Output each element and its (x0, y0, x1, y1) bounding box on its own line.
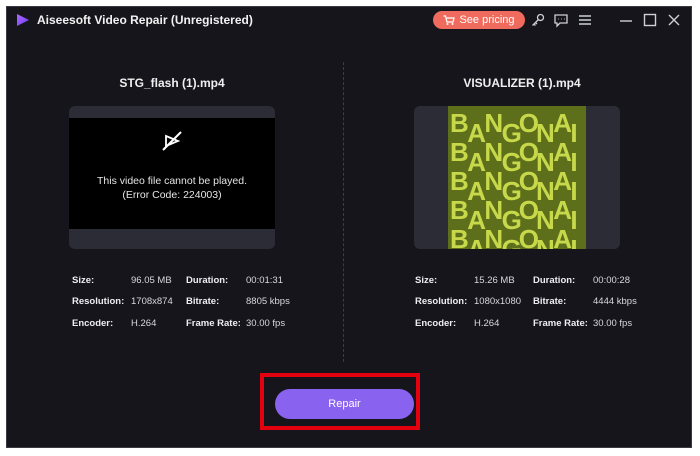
video-error-icon (162, 131, 182, 151)
thumbnail-letter: B (450, 108, 469, 138)
duration-label: Duration: (533, 275, 576, 286)
video-screen: This video file cannot be played. (Error… (69, 118, 275, 229)
thumbnail-letter: B (450, 137, 469, 167)
thumbnail-letter: A (553, 195, 572, 225)
resolution-label: Resolution: (72, 296, 125, 307)
minimize-icon[interactable] (618, 12, 634, 28)
bitrate-value: 4444 kbps (593, 296, 637, 307)
resolution-value: 1708x874 (131, 296, 173, 307)
app-title: Aiseesoft Video Repair (Unregistered) (37, 13, 253, 27)
thumbnail-letter: A (553, 137, 572, 167)
framerate-value: 30.00 fps (593, 318, 633, 329)
video-thumbnail: BANGONAIBANGONAIBANGONAIBANGONAIBANGONAI (448, 106, 586, 249)
title-bar: Aiseesoft Video Repair (Unregistered) Se… (7, 7, 691, 33)
encoder-label: Encoder: (72, 318, 114, 329)
error-line-1: This video file cannot be played. (96, 175, 247, 187)
thumbnail-letter: N (484, 137, 503, 167)
bitrate-label: Bitrate: (533, 296, 567, 307)
video-error-message: This video file cannot be played. (Error… (69, 174, 275, 202)
duration-value: 00:00:28 (593, 275, 630, 286)
repair-button[interactable]: Repair (275, 389, 414, 419)
menu-icon[interactable] (577, 12, 593, 28)
close-icon[interactable] (666, 12, 682, 28)
thumbnail-letter: N (484, 166, 503, 196)
panel-divider (343, 62, 344, 362)
encoder-value: H.264 (474, 318, 500, 329)
size-label: Size: (72, 275, 95, 286)
duration-value: 00:01:31 (246, 275, 283, 286)
right-video-filename: VISUALIZER (1).mp4 (463, 76, 581, 90)
feedback-icon[interactable] (553, 12, 569, 28)
framerate-value: 30.00 fps (246, 318, 286, 329)
thumbnail-letter: A (553, 108, 572, 138)
cart-icon (443, 14, 456, 25)
left-video-preview: This video file cannot be played. (Error… (69, 106, 275, 249)
maximize-icon[interactable] (642, 12, 658, 28)
size-value: 96.05 MB (131, 275, 172, 286)
resolution-label: Resolution: (415, 296, 468, 307)
thumbnail-letter: I (570, 234, 577, 249)
size-value: 15.26 MB (474, 275, 515, 286)
thumbnail-letter: N (484, 224, 503, 249)
thumbnail-letter: B (450, 166, 469, 196)
encoder-value: H.264 (131, 318, 157, 329)
thumbnail-letter: N (484, 108, 503, 138)
thumbnail-letter: A (553, 166, 572, 196)
resolution-value: 1080x1080 (474, 296, 522, 307)
app-logo-icon (17, 14, 29, 26)
thumbnail-letter: A (467, 147, 486, 177)
duration-label: Duration: (186, 275, 229, 286)
framerate-label: Frame Rate: (186, 318, 241, 329)
encoder-label: Encoder: (415, 318, 457, 329)
thumbnail-letter: A (467, 118, 486, 148)
framerate-label: Frame Rate: (533, 318, 588, 329)
key-icon[interactable] (530, 12, 546, 28)
thumbnail-letter: B (450, 195, 469, 225)
bitrate-label: Bitrate: (186, 296, 220, 307)
bitrate-value: 8805 kbps (246, 296, 290, 307)
thumbnail-letter: A (467, 176, 486, 206)
thumbnail-letter: A (467, 205, 486, 235)
left-video-filename: STG_flash (1).mp4 (119, 76, 225, 90)
thumbnail-letter: A (467, 234, 486, 249)
see-pricing-label: See pricing (459, 14, 515, 26)
right-video-preview: BANGONAIBANGONAIBANGONAIBANGONAIBANGONAI (414, 106, 620, 249)
error-line-2: (Error Code: 224003) (122, 189, 222, 201)
size-label: Size: (415, 275, 438, 286)
thumbnail-letter: A (553, 224, 572, 249)
thumbnail-letter: B (450, 224, 469, 249)
see-pricing-button[interactable]: See pricing (433, 11, 525, 29)
thumbnail-letter: N (536, 234, 555, 249)
thumbnail-letter: N (484, 195, 503, 225)
